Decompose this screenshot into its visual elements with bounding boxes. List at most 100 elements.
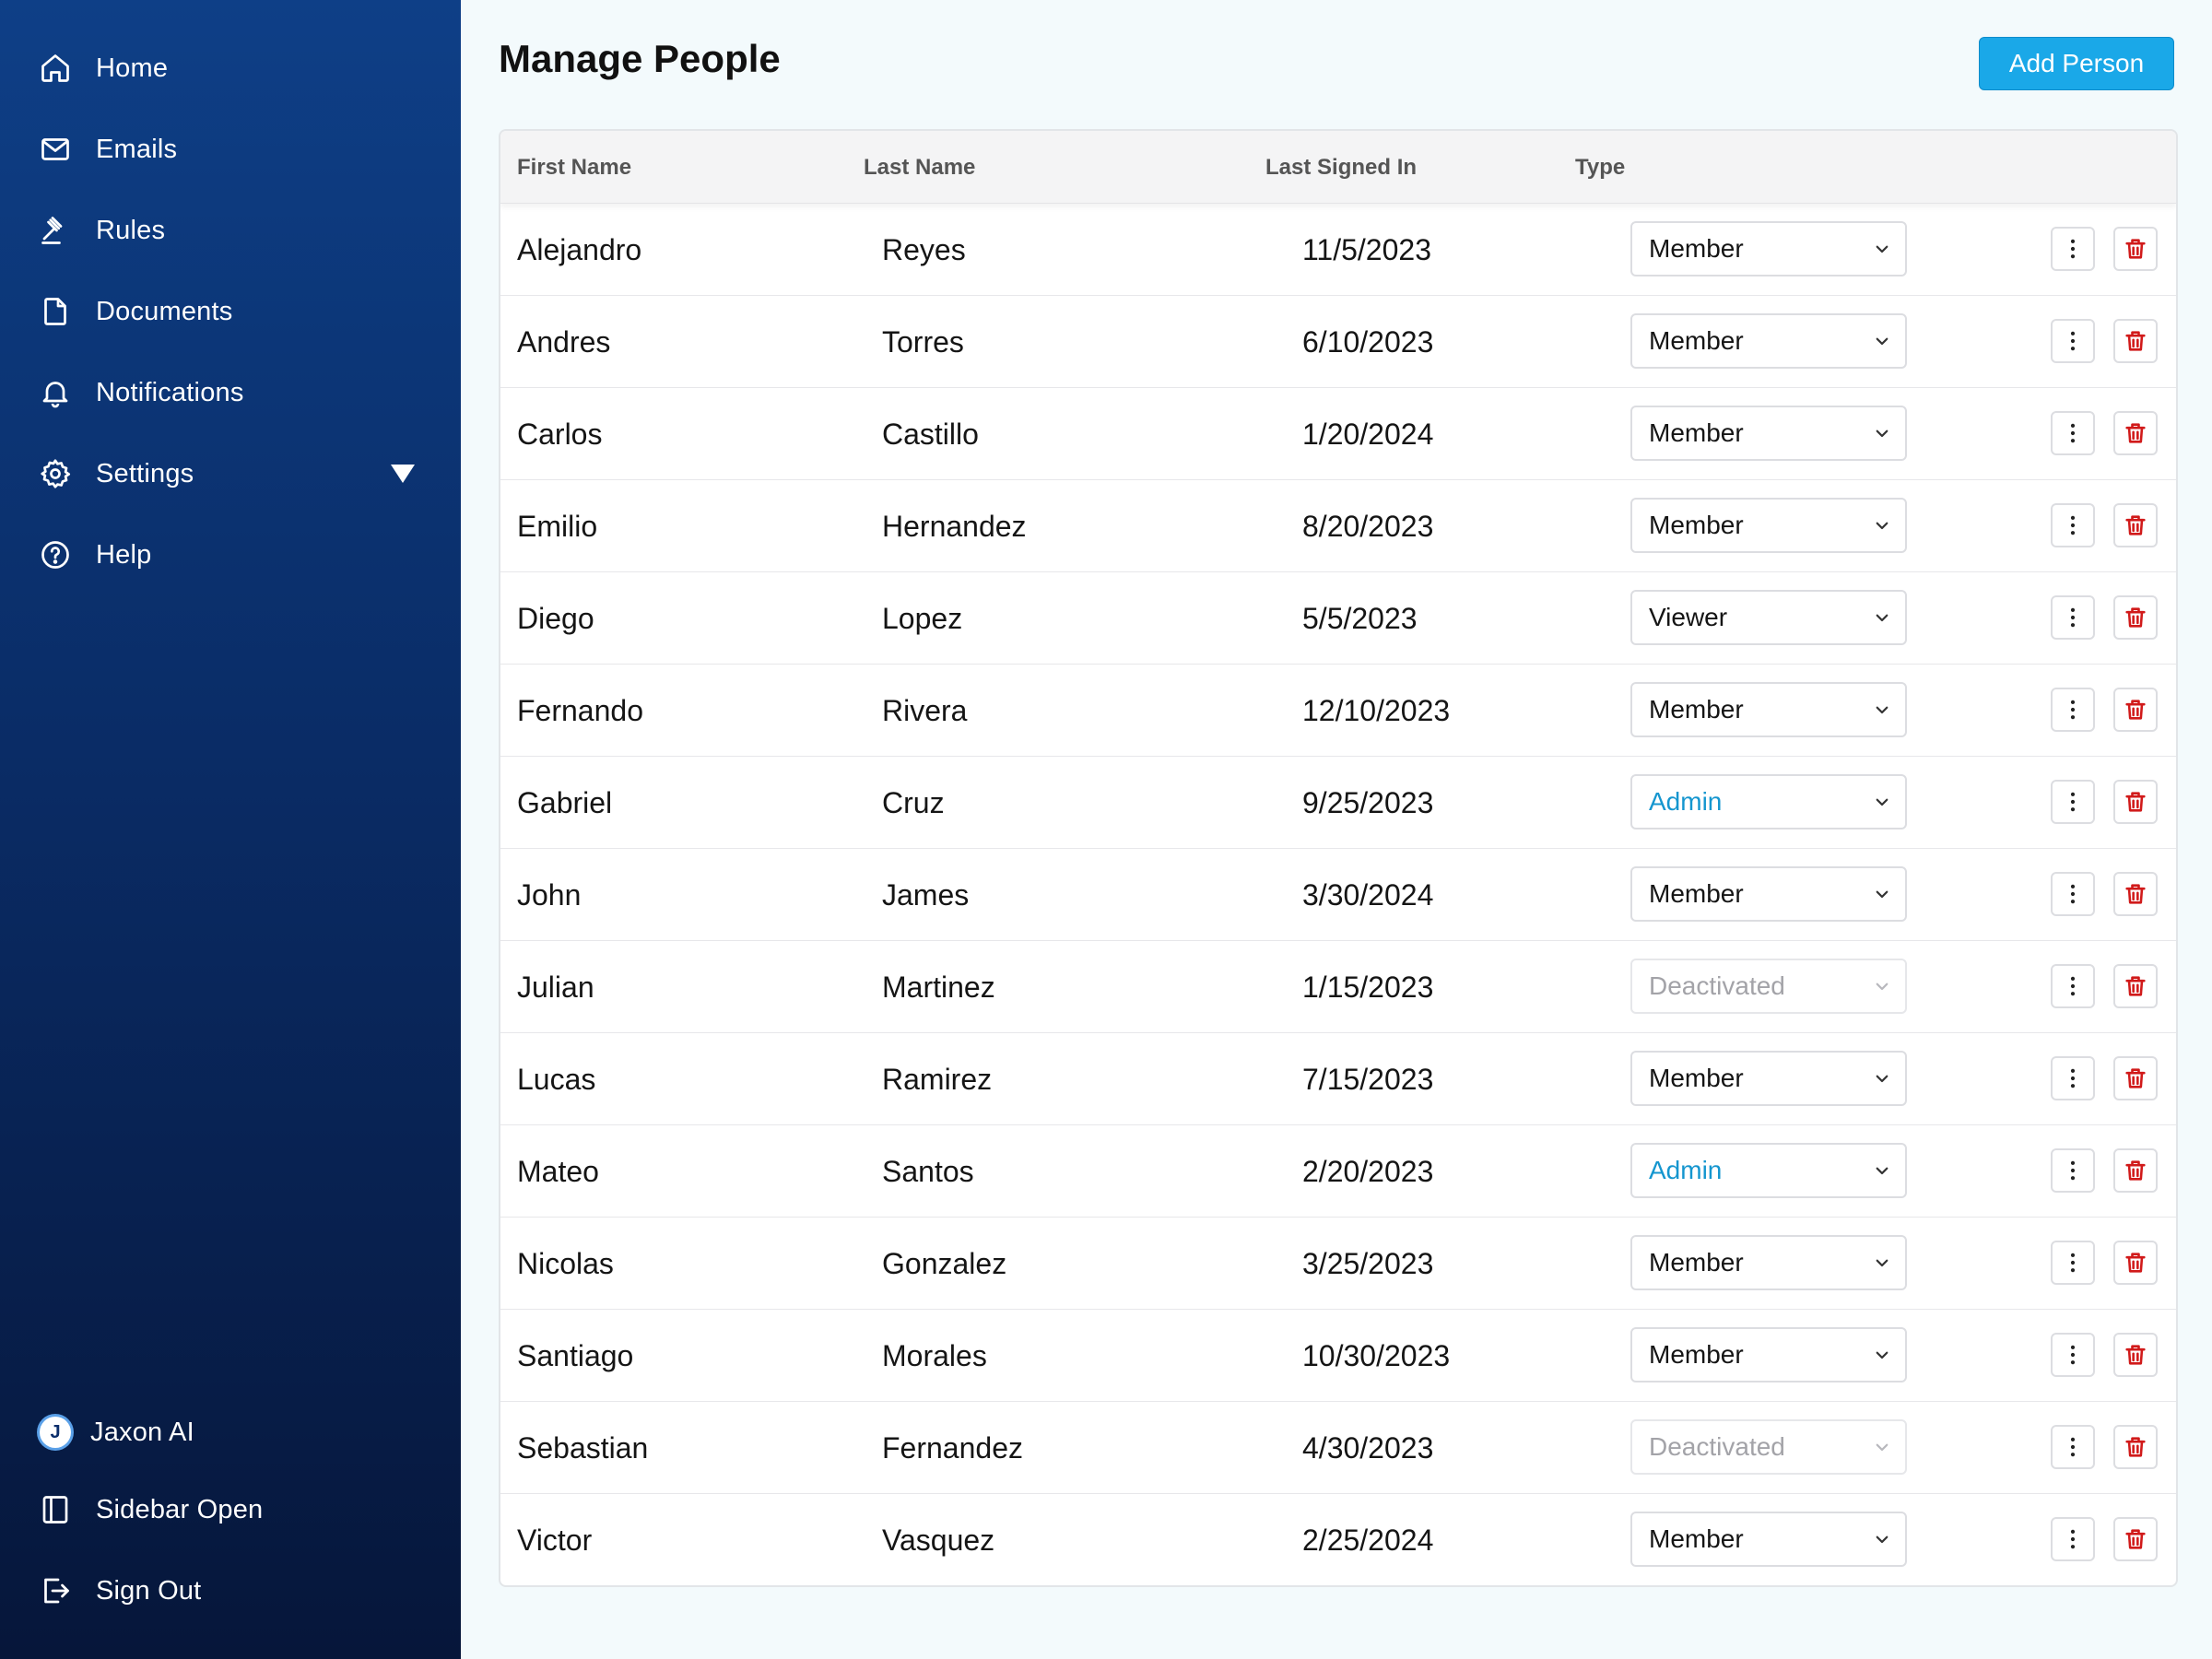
more-options-button[interactable]	[2051, 1333, 2095, 1377]
more-options-button[interactable]	[2051, 688, 2095, 732]
type-select[interactable]: Member	[1630, 682, 1907, 737]
mail-icon	[37, 131, 74, 168]
type-select[interactable]: Member	[1630, 313, 1907, 369]
last-signed-in-cell: 9/25/2023	[1302, 786, 1434, 819]
home-icon	[37, 50, 74, 87]
delete-button[interactable]	[2113, 964, 2158, 1008]
sidebar-item-label: Home	[96, 53, 169, 83]
table-row: John James 3/30/2024 Member	[500, 848, 2176, 941]
account-jaxon-ai[interactable]: J Jaxon AI	[37, 1403, 433, 1462]
sidebar-item-label: Rules	[96, 215, 166, 245]
more-options-button[interactable]	[2051, 1148, 2095, 1193]
more-vertical-icon	[2070, 976, 2076, 996]
sidebar-item-label: Documents	[96, 296, 233, 326]
more-options-button[interactable]	[2051, 411, 2095, 455]
add-person-button[interactable]: Add Person	[1979, 37, 2174, 90]
type-select[interactable]: Admin	[1630, 1143, 1907, 1198]
delete-button[interactable]	[2113, 411, 2158, 455]
sidebar-item-documents[interactable]: Documents	[37, 282, 433, 341]
type-select[interactable]: Member	[1630, 498, 1907, 553]
column-header-last-name[interactable]: Last Name	[864, 155, 975, 181]
table-row: Diego Lopez 5/5/2023 Viewer	[500, 571, 2176, 665]
sign-out-button[interactable]: Sign Out	[37, 1561, 433, 1620]
delete-button[interactable]	[2113, 1425, 2158, 1469]
delete-button[interactable]	[2113, 780, 2158, 824]
more-options-button[interactable]	[2051, 1241, 2095, 1285]
sidebar-item-help[interactable]: Help	[37, 525, 433, 584]
sidebar-toggle[interactable]: Sidebar Open	[37, 1480, 433, 1539]
sidebar-item-home[interactable]: Home	[37, 39, 433, 98]
sidebar-item-emails[interactable]: Emails	[37, 120, 433, 179]
type-select[interactable]: Member	[1630, 221, 1907, 276]
last-name-cell: James	[882, 878, 970, 912]
more-options-button[interactable]	[2051, 1517, 2095, 1561]
sidebar-item-notifications[interactable]: Notifications	[37, 363, 433, 422]
last-signed-in-cell: 3/30/2024	[1302, 878, 1434, 912]
chevron-down-icon	[1876, 1167, 1888, 1175]
delete-button[interactable]	[2113, 872, 2158, 916]
type-select-value: Member	[1649, 1248, 1744, 1277]
last-name-cell: Lopez	[882, 602, 963, 635]
account-name: Jaxon AI	[90, 1417, 194, 1447]
gear-icon	[37, 455, 74, 492]
delete-button[interactable]	[2113, 1517, 2158, 1561]
last-name-cell: Vasquez	[882, 1524, 995, 1557]
delete-button[interactable]	[2113, 503, 2158, 547]
last-name-cell: Fernandez	[882, 1431, 1023, 1465]
type-select[interactable]: Deactivated	[1630, 959, 1907, 1014]
sidebar-item-label: Settings	[96, 458, 194, 488]
delete-button[interactable]	[2113, 595, 2158, 640]
last-name-cell: Rivera	[882, 694, 968, 727]
trash-icon	[2125, 976, 2146, 996]
chevron-down-icon	[1876, 245, 1888, 253]
type-select[interactable]: Member	[1630, 406, 1907, 461]
sidebar-item-label: Emails	[96, 134, 178, 164]
last-name-cell: Santos	[882, 1155, 974, 1188]
caret-down-icon[interactable]	[391, 465, 415, 483]
type-select[interactable]: Admin	[1630, 774, 1907, 830]
type-select[interactable]: Member	[1630, 1235, 1907, 1290]
more-options-button[interactable]	[2051, 227, 2095, 271]
delete-button[interactable]	[2113, 1241, 2158, 1285]
sidebar-item-rules[interactable]: Rules	[37, 201, 433, 260]
last-name-cell: Ramirez	[882, 1063, 993, 1096]
more-options-button[interactable]	[2051, 503, 2095, 547]
column-header-first-name[interactable]: First Name	[517, 155, 631, 181]
more-vertical-icon	[2070, 607, 2076, 628]
type-select-value: Member	[1649, 418, 1744, 447]
more-options-button[interactable]	[2051, 595, 2095, 640]
bell-icon	[37, 374, 74, 411]
table-row: Emilio Hernandez 8/20/2023 Member	[500, 479, 2176, 572]
sidebar-item-settings[interactable]: Settings	[37, 444, 433, 503]
trash-icon	[2125, 1068, 2146, 1088]
more-options-button[interactable]	[2051, 1425, 2095, 1469]
more-options-button[interactable]	[2051, 872, 2095, 916]
people-table: First Name Last Name Last Signed In Type…	[499, 129, 2178, 1587]
type-select[interactable]: Deactivated	[1630, 1419, 1907, 1475]
delete-button[interactable]	[2113, 1333, 2158, 1377]
type-select[interactable]: Member	[1630, 866, 1907, 922]
type-select[interactable]: Viewer	[1630, 590, 1907, 645]
table-header: First Name Last Name Last Signed In Type	[500, 131, 2176, 204]
delete-button[interactable]	[2113, 227, 2158, 271]
last-name-cell: Torres	[882, 325, 964, 359]
column-header-last-signed-in[interactable]: Last Signed In	[1265, 155, 1417, 181]
more-vertical-icon	[2070, 884, 2076, 904]
column-header-type[interactable]: Type	[1575, 155, 1625, 181]
delete-button[interactable]	[2113, 1148, 2158, 1193]
delete-button[interactable]	[2113, 319, 2158, 363]
more-options-button[interactable]	[2051, 780, 2095, 824]
more-options-button[interactable]	[2051, 964, 2095, 1008]
more-options-button[interactable]	[2051, 319, 2095, 363]
type-select[interactable]: Member	[1630, 1512, 1907, 1567]
table-row: Nicolas Gonzalez 3/25/2023 Member	[500, 1217, 2176, 1310]
chevron-down-icon	[1876, 337, 1888, 346]
type-select[interactable]: Member	[1630, 1051, 1907, 1106]
table-row: Lucas Ramirez 7/15/2023 Member	[500, 1032, 2176, 1125]
delete-button[interactable]	[2113, 688, 2158, 732]
delete-button[interactable]	[2113, 1056, 2158, 1100]
more-vertical-icon	[2070, 1529, 2076, 1549]
trash-icon	[2125, 331, 2146, 351]
more-options-button[interactable]	[2051, 1056, 2095, 1100]
type-select[interactable]: Member	[1630, 1327, 1907, 1382]
